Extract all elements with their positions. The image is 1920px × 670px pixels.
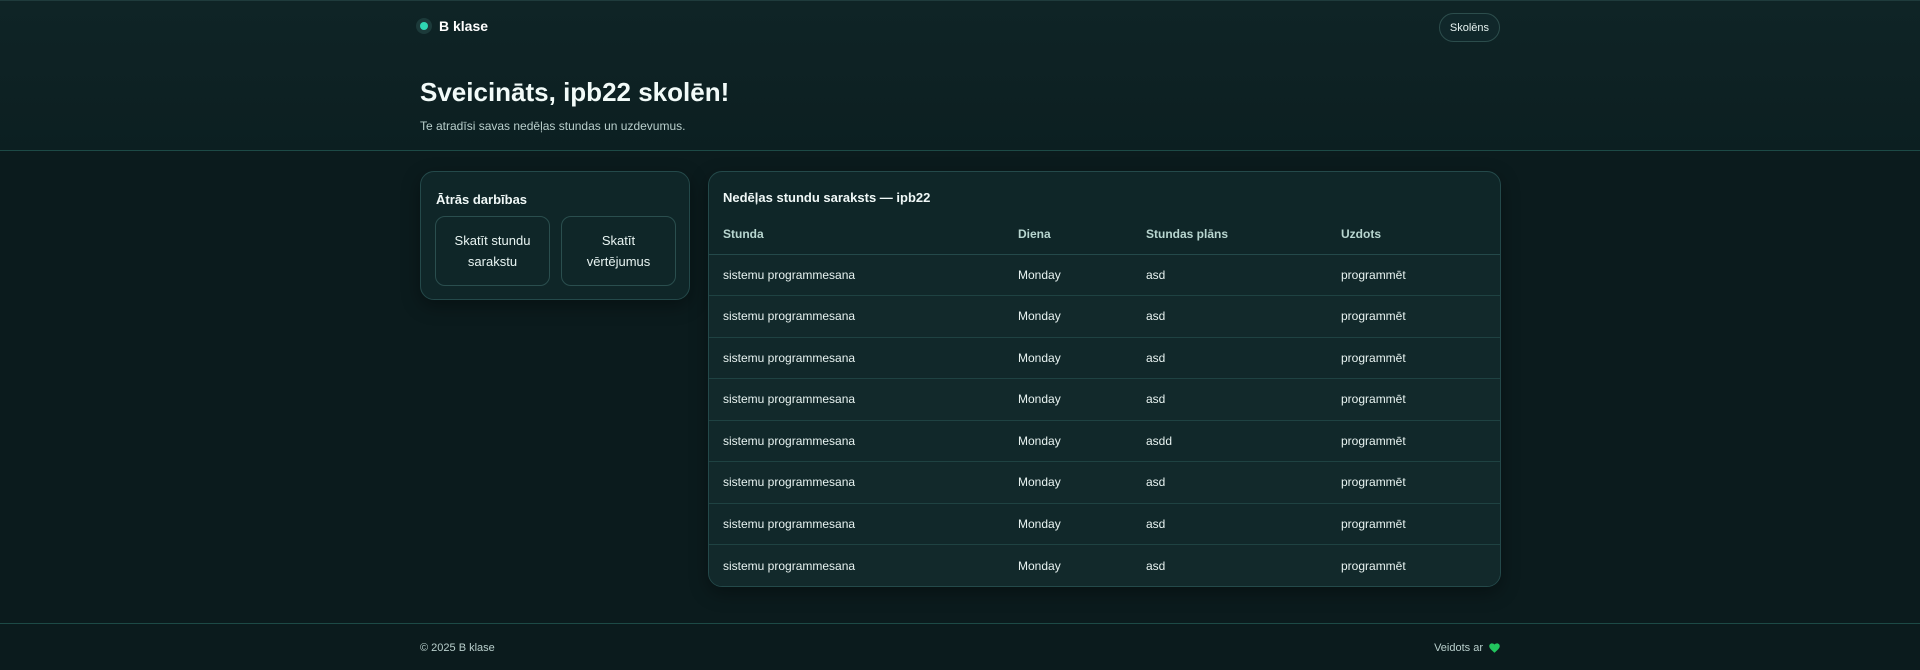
- column-header-assigned: Uzdots: [1327, 214, 1500, 255]
- cell-assigned: programmēt: [1327, 420, 1500, 462]
- quick-actions-card: Ātrās darbības Skatīt stundu sarakstu Sk…: [420, 171, 690, 300]
- cell-assigned: programmēt: [1327, 337, 1500, 379]
- cell-day: Monday: [1004, 254, 1132, 296]
- page-title: Sveicināts, ipb22 skolēn!: [420, 77, 730, 107]
- cell-day: Monday: [1004, 420, 1132, 462]
- heart-icon: [1489, 643, 1500, 653]
- cell-day: Monday: [1004, 337, 1132, 379]
- cell-lesson: sistemu programmesana: [709, 420, 1004, 462]
- column-header-lesson: Stunda: [709, 214, 1004, 255]
- view-schedule-button[interactable]: Skatīt stundu sarakstu: [435, 216, 550, 286]
- top-header: B klase Skolēns Sveicināts, ipb22 skolēn…: [0, 0, 1920, 151]
- brand-logo[interactable]: B klase: [416, 18, 488, 34]
- cell-lesson: sistemu programmesana: [709, 254, 1004, 296]
- cell-plan: asd: [1132, 503, 1327, 545]
- made-with-label: Veidots ar: [1434, 642, 1483, 654]
- page-footer: © 2025 B klase Veidots ar: [0, 623, 1920, 670]
- cell-day: Monday: [1004, 378, 1132, 421]
- table-row: sistemu programmesana Monday asd program…: [709, 544, 1500, 586]
- cell-lesson: sistemu programmesana: [709, 378, 1004, 421]
- cell-assigned: programmēt: [1327, 295, 1500, 338]
- cell-plan: asd: [1132, 254, 1327, 296]
- schedule-table: Stunda Diena Stundas plāns Uzdots sistem…: [709, 214, 1500, 586]
- column-header-plan: Stundas plāns: [1132, 214, 1327, 255]
- view-grades-button[interactable]: Skatīt vērtējumus: [561, 216, 676, 286]
- cell-assigned: programmēt: [1327, 544, 1500, 586]
- table-row: sistemu programmesana Monday asd program…: [709, 461, 1500, 504]
- cell-day: Monday: [1004, 461, 1132, 504]
- role-badge[interactable]: Skolēns: [1438, 13, 1500, 42]
- table-row: sistemu programmesana Monday asd program…: [709, 295, 1500, 338]
- table-header-row: Stunda Diena Stundas plāns Uzdots: [709, 214, 1500, 255]
- cell-plan: asd: [1132, 461, 1327, 504]
- cell-lesson: sistemu programmesana: [709, 544, 1004, 586]
- weekly-schedule-card: Nedēļas stundu saraksts — ipb22 Stunda D…: [708, 171, 1501, 587]
- cell-day: Monday: [1004, 544, 1132, 586]
- cell-plan: asd: [1132, 544, 1327, 586]
- table-row: sistemu programmesana Monday asd program…: [709, 337, 1500, 379]
- cell-day: Monday: [1004, 295, 1132, 338]
- table-row: sistemu programmesana Monday asd program…: [709, 254, 1500, 296]
- made-with: Veidots ar: [1434, 642, 1500, 654]
- cell-lesson: sistemu programmesana: [709, 503, 1004, 545]
- cell-plan: asd: [1132, 378, 1327, 421]
- cell-lesson: sistemu programmesana: [709, 337, 1004, 379]
- cell-assigned: programmēt: [1327, 378, 1500, 421]
- copyright-text: © 2025 B klase: [420, 642, 495, 654]
- quick-actions-title: Ātrās darbības: [436, 192, 528, 207]
- cell-plan: asdd: [1132, 420, 1327, 462]
- table-row: sistemu programmesana Monday asd program…: [709, 378, 1500, 421]
- cell-assigned: programmēt: [1327, 503, 1500, 545]
- schedule-title: Nedēļas stundu saraksts — ipb22: [723, 190, 931, 205]
- table-row: sistemu programmesana Monday asd program…: [709, 503, 1500, 545]
- brand-name: B klase: [439, 18, 489, 34]
- cell-plan: asd: [1132, 337, 1327, 379]
- cell-assigned: programmēt: [1327, 461, 1500, 504]
- cell-lesson: sistemu programmesana: [709, 461, 1004, 504]
- table-row: sistemu programmesana Monday asdd progra…: [709, 420, 1500, 462]
- cell-plan: asd: [1132, 295, 1327, 338]
- brand-dot-icon: [416, 18, 432, 34]
- cell-lesson: sistemu programmesana: [709, 295, 1004, 338]
- cell-assigned: programmēt: [1327, 254, 1500, 296]
- cell-day: Monday: [1004, 503, 1132, 545]
- page-subtitle: Te atradīsi savas nedēļas stundas un uzd…: [420, 119, 686, 133]
- column-header-day: Diena: [1004, 214, 1132, 255]
